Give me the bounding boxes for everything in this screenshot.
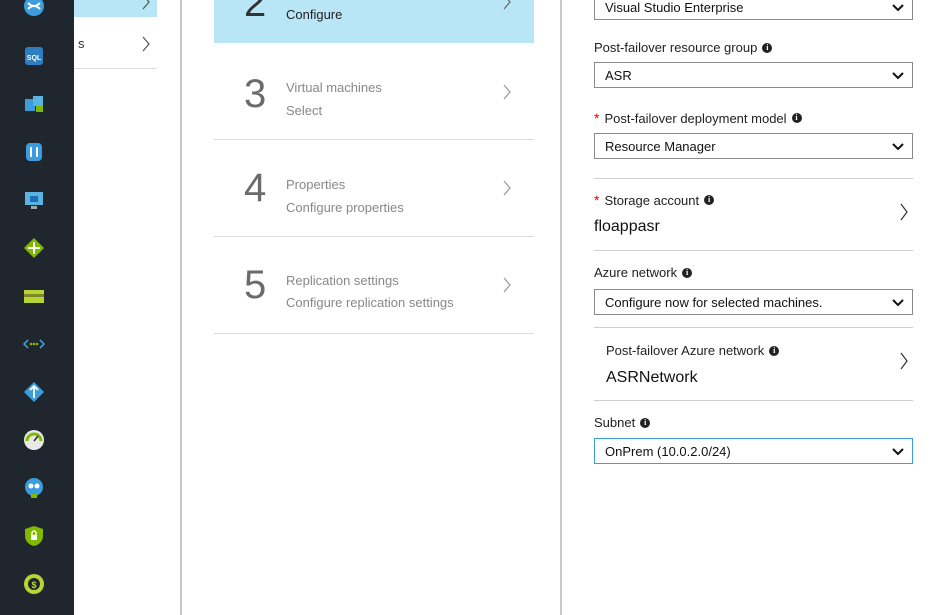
left-nav-rail: SQL $ — [0, 0, 74, 615]
storage-account-label: * Storage account i — [594, 192, 715, 208]
step-subtitle: Configure — [286, 7, 343, 22]
storage-icon[interactable] — [22, 284, 46, 308]
info-icon[interactable]: i — [769, 345, 780, 356]
step-title: Replication settings — [286, 273, 399, 288]
cloud-icon[interactable] — [22, 0, 46, 18]
subnet-label: Subnet i — [594, 415, 651, 430]
app-insights-icon[interactable] — [22, 476, 46, 500]
chevron-right-icon — [142, 36, 150, 52]
step-3-virtual-machines[interactable]: 3 Virtual machines Select — [214, 43, 534, 140]
chevron-down-icon — [892, 72, 904, 80]
chevron-right-icon — [503, 84, 511, 100]
cost-management-icon[interactable]: $ — [22, 572, 46, 596]
required-marker: * — [594, 192, 600, 208]
required-marker: * — [594, 110, 600, 126]
chevron-right-icon — [900, 352, 908, 370]
chevron-right-icon — [503, 180, 511, 196]
subnet-select[interactable]: OnPrem (10.0.2.0/24) — [594, 438, 913, 464]
info-icon[interactable]: i — [704, 195, 715, 205]
step-number: 4 — [244, 166, 267, 210]
svg-text:$: $ — [31, 580, 36, 590]
chevron-down-icon — [892, 299, 904, 307]
chevron-down-icon — [892, 448, 904, 456]
chevron-right-icon — [900, 203, 908, 221]
step-subtitle: Configure replication settings — [286, 295, 454, 310]
post-failover-network-value: ASRNetwork — [606, 369, 698, 386]
deployment-model-value: Resource Manager — [605, 138, 716, 154]
divider — [594, 250, 913, 251]
security-center-icon[interactable] — [22, 524, 46, 548]
chevron-right-icon — [503, 277, 511, 293]
traffic-manager-icon[interactable] — [22, 380, 46, 404]
storage-account-label-text: Storage account — [604, 192, 700, 208]
virtual-machine-icon[interactable] — [22, 188, 46, 212]
storage-account-value: floappasr — [594, 218, 660, 235]
divider — [594, 400, 913, 401]
chevron-down-icon — [892, 4, 904, 12]
monitor-icon[interactable] — [22, 428, 46, 452]
step-number: 2 — [244, 0, 267, 25]
info-icon[interactable]: i — [682, 267, 693, 278]
azure-network-value: Configure now for selected machines. — [605, 294, 823, 310]
virtual-network-icon[interactable] — [22, 332, 46, 356]
step-title: Properties — [286, 177, 346, 192]
load-balancer-icon[interactable] — [22, 236, 46, 260]
configure-form-panel: Visual Studio Enterprise Post-failover r… — [564, 0, 940, 615]
post-failover-network-picker[interactable]: Post-failover Azure network i ASRNetwork — [594, 328, 913, 400]
subnet-label-text: Subnet — [594, 415, 636, 430]
post-failover-network-label-text: Post-failover Azure network — [606, 343, 765, 358]
services-panel: s — [74, 0, 182, 615]
step-4-properties[interactable]: 4 Properties Configure properties — [214, 140, 534, 237]
resource-group-select[interactable]: ASR — [594, 62, 913, 88]
deployment-model-label: * Post-failover deployment model i — [594, 110, 802, 126]
azure-network-label-text: Azure network — [594, 265, 678, 280]
azure-network-select[interactable]: Configure now for selected machines. — [594, 289, 913, 315]
wizard-steps-panel: 2 Configure 3 Virtual machines Select 4 … — [182, 0, 562, 615]
services-item-active[interactable] — [74, 0, 157, 17]
chevron-right-icon — [503, 0, 511, 10]
step-subtitle: Configure properties — [286, 200, 404, 215]
subnet-value: OnPrem (10.0.2.0/24) — [605, 443, 731, 459]
app-service-icon[interactable] — [22, 92, 46, 116]
step-title: Virtual machines — [286, 80, 382, 95]
deployment-model-label-text: Post-failover deployment model — [604, 110, 787, 126]
post-failover-network-label: Post-failover Azure network i — [606, 343, 780, 358]
resource-group-value: ASR — [605, 67, 632, 83]
services-item-label: s — [78, 36, 85, 51]
deployment-model-select[interactable]: Resource Manager — [594, 133, 913, 159]
azure-network-label: Azure network i — [594, 265, 693, 280]
step-5-replication-settings[interactable]: 5 Replication settings Configure replica… — [214, 237, 534, 334]
storage-account-picker[interactable]: * Storage account i floappasr — [594, 179, 913, 249]
sql-badge-text: SQL — [27, 55, 42, 62]
resource-group-label-text: Post-failover resource group — [594, 40, 758, 55]
step-2-configure[interactable]: 2 Configure — [214, 0, 534, 43]
info-icon[interactable]: i — [791, 113, 802, 123]
cosmos-db-icon[interactable] — [22, 140, 46, 164]
chevron-down-icon — [892, 143, 904, 151]
step-subtitle: Select — [286, 103, 323, 118]
subscription-select[interactable]: Visual Studio Enterprise — [594, 0, 913, 20]
subscription-value: Visual Studio Enterprise — [605, 0, 744, 15]
step-number: 5 — [244, 263, 267, 307]
info-icon[interactable]: i — [640, 417, 651, 428]
services-item[interactable]: s — [74, 17, 157, 69]
resource-group-label: Post-failover resource group i — [594, 40, 773, 55]
chevron-right-icon — [142, 0, 150, 10]
step-number: 3 — [244, 72, 267, 116]
sql-database-icon[interactable]: SQL — [22, 44, 46, 68]
info-icon[interactable]: i — [762, 42, 773, 53]
